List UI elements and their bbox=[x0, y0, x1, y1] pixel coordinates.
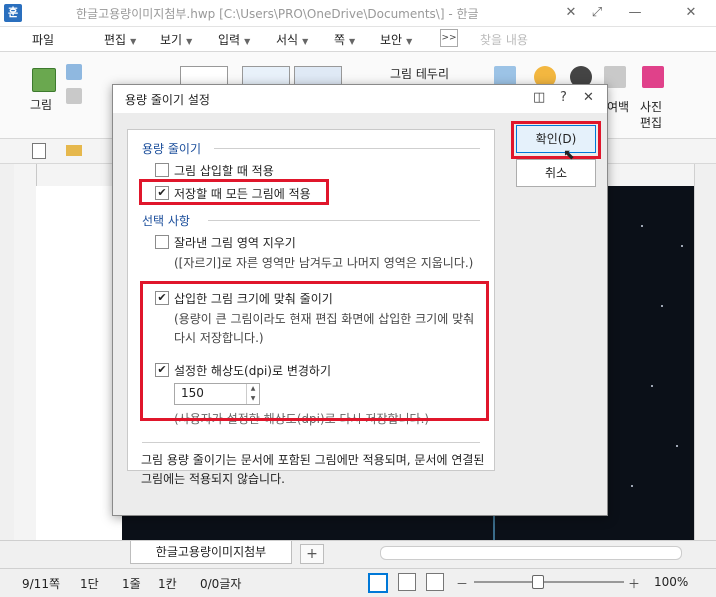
chevron-down-icon: ▼ bbox=[244, 37, 251, 46]
picture-border-label[interactable]: 그림 테두리 bbox=[390, 65, 449, 82]
chevron-down-icon: ▼ bbox=[130, 37, 137, 46]
menu-edit[interactable]: 편집 ▼ bbox=[104, 31, 136, 48]
dialog-help-panel-icon[interactable]: ◫ bbox=[533, 90, 545, 105]
window-title: 한글고용량이미지첨부.hwp [C:\Users\PRO\OneDrive\Do… bbox=[76, 7, 479, 21]
photo-edit-label: 사진 bbox=[640, 100, 663, 114]
add-tab-button[interactable]: + bbox=[300, 544, 324, 564]
footer-note: 그림 용량 줄이기는 문서에 포함된 그림에만 적용되며, 문서에 연결된 bbox=[141, 453, 485, 467]
chevron-down-icon: ▼ bbox=[406, 37, 413, 46]
options-highlight bbox=[140, 281, 489, 421]
minimize-button[interactable]: — bbox=[624, 3, 646, 23]
menu-insert-label: 입력 bbox=[218, 33, 241, 47]
help-icon[interactable]: ? bbox=[560, 90, 567, 105]
dialog-close-icon[interactable]: ✕ bbox=[583, 90, 594, 105]
divider bbox=[208, 220, 480, 221]
section-heading-reduce: 용량 줄이기 bbox=[142, 142, 202, 156]
menu-format[interactable]: 서식 ▼ bbox=[276, 31, 308, 48]
menu-view[interactable]: 보기 ▼ bbox=[160, 31, 192, 48]
menu-view-label: 보기 bbox=[160, 33, 183, 47]
menu-file[interactable]: 파일 bbox=[32, 31, 54, 48]
picture-icon[interactable] bbox=[32, 68, 56, 92]
title-bar: 훈 한글고용량이미지첨부.hwp [C:\Users\PRO\OneDrive\… bbox=[0, 0, 716, 27]
close-doc-icon[interactable]: ✕ bbox=[560, 3, 582, 23]
divider bbox=[214, 148, 480, 149]
status-chars: 0/0글자 bbox=[200, 577, 242, 591]
restore-icon[interactable]: ⤢ bbox=[586, 3, 608, 23]
dialog-titlebar: 용량 줄이기 설정 ◫ ? ✕ bbox=[113, 85, 607, 113]
option-label: 잘라낸 그림 영역 지우기 bbox=[174, 236, 296, 250]
checkbox-remove-cropped[interactable] bbox=[155, 235, 169, 249]
menu-page-label: 쪽 bbox=[334, 33, 346, 47]
zoom-slider-thumb[interactable] bbox=[532, 575, 544, 589]
zoom-level: 100% bbox=[654, 575, 689, 589]
horizontal-scrollbar[interactable] bbox=[380, 546, 682, 560]
zoom-slider[interactable] bbox=[474, 581, 624, 583]
status-col: 1칸 bbox=[158, 577, 177, 591]
menu-bar: 파일 편집 ▼ 보기 ▼ 입력 ▼ 서식 ▼ 쪽 ▼ 보안 ▼ >> 찾을 내용 bbox=[0, 27, 716, 52]
document-tab[interactable]: 한글고용량이미지첨부 bbox=[130, 541, 292, 564]
menu-page[interactable]: 쪽 ▼ bbox=[334, 31, 355, 48]
mouse-cursor-icon: ⬉ bbox=[563, 147, 575, 163]
crop-note: ([자르기]로 자른 영역만 남겨두고 나머지 영역은 지웁니다.) bbox=[174, 256, 474, 270]
vertical-ruler bbox=[14, 164, 37, 540]
close-button[interactable]: ✕ bbox=[680, 3, 702, 23]
picture-label: 그림 bbox=[30, 98, 53, 112]
menu-more-button[interactable]: >> bbox=[440, 29, 458, 47]
new-document-icon[interactable] bbox=[32, 143, 46, 159]
open-folder-icon[interactable] bbox=[66, 145, 82, 156]
insert-image-icon[interactable] bbox=[66, 64, 82, 80]
view-normal-button[interactable] bbox=[368, 573, 388, 593]
option-label: 그림 삽입할 때 적용 bbox=[174, 164, 274, 178]
checkbox-apply-on-insert[interactable] bbox=[155, 163, 169, 177]
status-page: 9/11쪽 bbox=[22, 577, 60, 591]
divider bbox=[142, 442, 480, 443]
view-width-button[interactable] bbox=[398, 573, 416, 591]
view-page-button[interactable] bbox=[426, 573, 444, 591]
search-input[interactable]: 찾을 내용 bbox=[480, 31, 528, 48]
page-margin bbox=[36, 186, 122, 540]
chevron-down-icon: ▼ bbox=[302, 37, 309, 46]
app-logo-icon[interactable]: 훈 bbox=[4, 4, 22, 22]
zoom-out-icon[interactable]: － bbox=[456, 575, 468, 592]
vertical-scrollbar[interactable] bbox=[694, 164, 709, 540]
ok-button[interactable]: 확인(D) bbox=[516, 125, 596, 153]
photo-edit-icon[interactable] bbox=[642, 66, 664, 88]
reduce-size-dialog: 용량 줄이기 설정 ◫ ? ✕ 용량 줄이기 그림 삽입할 때 적용 ✔ 저장할… bbox=[112, 84, 608, 516]
dialog-title: 용량 줄이기 설정 bbox=[125, 93, 210, 107]
zoom-in-icon[interactable]: ＋ bbox=[628, 575, 640, 592]
cancel-button[interactable]: 취소 bbox=[516, 159, 596, 187]
status-column: 1단 bbox=[80, 577, 99, 591]
chevron-down-icon: ▼ bbox=[349, 37, 356, 46]
section-heading-options: 선택 사항 bbox=[142, 214, 190, 228]
photo-edit-label-2: 편집 bbox=[640, 116, 663, 130]
save-option-highlight bbox=[139, 179, 329, 205]
margin-label: 여백 bbox=[607, 100, 630, 114]
footer-note: 그림에는 적용되지 않습니다. bbox=[141, 472, 285, 486]
menu-format-label: 서식 bbox=[276, 33, 299, 47]
menu-security-label: 보안 bbox=[380, 33, 403, 47]
grid-icon[interactable] bbox=[66, 88, 82, 104]
status-line: 1줄 bbox=[122, 577, 141, 591]
chevron-down-icon: ▼ bbox=[186, 37, 193, 46]
menu-security[interactable]: 보안 ▼ bbox=[380, 31, 412, 48]
menu-edit-label: 편집 bbox=[104, 33, 127, 47]
menu-insert[interactable]: 입력 ▼ bbox=[218, 31, 250, 48]
